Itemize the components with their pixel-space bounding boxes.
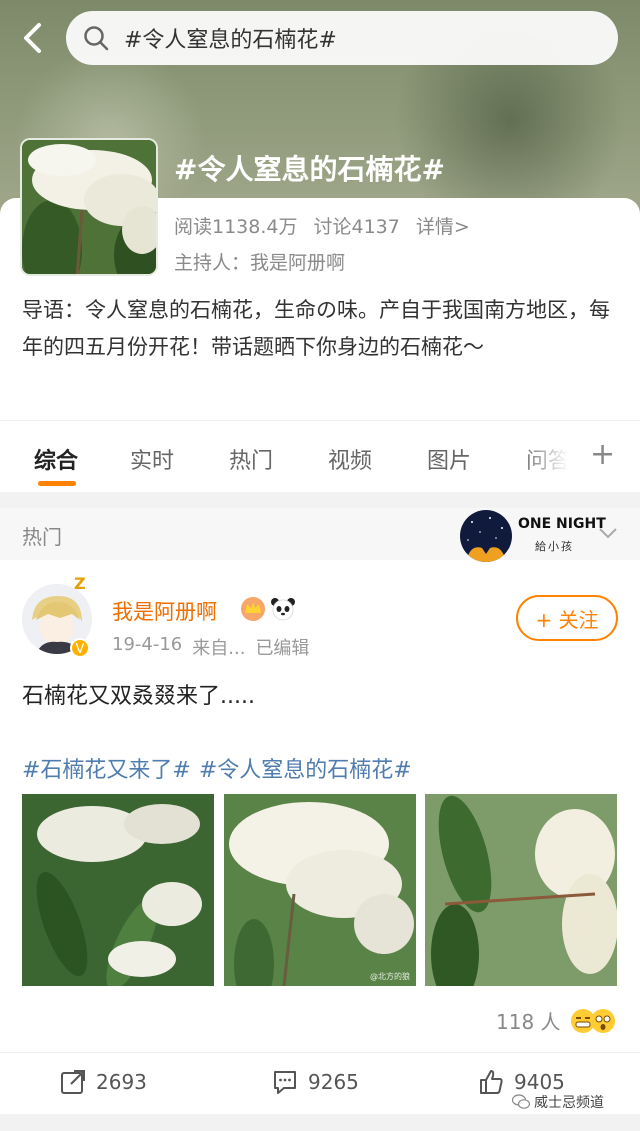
wechat-label: 威士忌频道	[534, 1095, 604, 1111]
edited-label[interactable]: 已编辑	[255, 634, 309, 660]
feed-tabs: 综合 实时 热门 视频 图片 问答 +	[0, 420, 640, 493]
hot-section-header: 热门 ONE NIGHT 給小孩	[0, 508, 640, 562]
post-username[interactable]: 我是阿册啊	[112, 596, 217, 626]
tab-images[interactable]: 图片	[427, 443, 471, 475]
thumbs-up-icon	[480, 1070, 503, 1094]
surprised-emoji-icon	[590, 1008, 615, 1033]
tab-video[interactable]: 视频	[328, 443, 372, 475]
tab-fade	[520, 421, 580, 493]
search-icon	[84, 26, 109, 51]
topic-stats: 阅读1138.4万 讨论4137 详情>	[174, 212, 470, 239]
topic-host[interactable]: 主持人：我是阿册啊	[174, 248, 345, 275]
back-arrow-icon	[24, 23, 41, 53]
post-image[interactable]	[22, 794, 214, 986]
comment-icon	[274, 1071, 296, 1094]
image-watermark: @北方的狼	[370, 972, 410, 981]
comment-count: 9265	[308, 1070, 359, 1094]
post-image[interactable]: @北方的狼	[224, 794, 416, 986]
crown-badge-icon[interactable]	[240, 596, 266, 622]
topic-tag[interactable]: #令人窒息的石楠花#	[199, 752, 412, 784]
ad-title: ONE NIGHT	[518, 516, 606, 532]
discussion-count: 讨论4137	[313, 216, 400, 238]
post-date: 19-4-16	[112, 634, 183, 655]
sleep-icon: Z	[74, 574, 86, 593]
wechat-channel-tag: 威士忌频道	[512, 1092, 604, 1112]
details-link[interactable]: 详情>	[416, 212, 470, 239]
verified-badge-icon: V	[70, 638, 90, 658]
chevron-down-icon[interactable]	[598, 526, 618, 540]
section-label: 热门	[22, 525, 62, 549]
post-source[interactable]: 来自...	[192, 634, 245, 660]
like-count: 9405	[514, 1070, 565, 1094]
comment-button[interactable]: 9265	[272, 1069, 359, 1095]
search-bar[interactable]: #令人窒息的石楠花#	[66, 11, 618, 65]
divider	[0, 492, 640, 508]
repost-count: 2693	[96, 1070, 147, 1094]
add-tab-button[interactable]: +	[590, 437, 615, 472]
one-night-logo[interactable]	[460, 510, 512, 562]
topic-tag[interactable]: #石楠花又来了#	[22, 752, 191, 784]
panda-badge-icon[interactable]	[270, 596, 296, 622]
reaction-summary[interactable]: 118 人	[496, 1006, 615, 1035]
reaction-count: 118 人	[496, 1010, 561, 1034]
post-text: 石楠花又双叒叕来了.....	[22, 684, 255, 709]
topic-intro: 导语：令人窒息的石楠花，生命の味。产自于我国南方地区，每年的四五月份开花！带话题…	[22, 298, 610, 359]
wechat-icon	[512, 1094, 530, 1109]
tab-realtime[interactable]: 实时	[130, 443, 174, 475]
back-button[interactable]	[16, 20, 52, 56]
topic-title: #令人窒息的石楠花#	[174, 153, 445, 186]
read-count: 阅读1138.4万	[174, 216, 298, 238]
share-icon	[61, 1070, 85, 1094]
post-meta: 19-4-16 来自... 已编辑	[112, 634, 309, 660]
tab-comprehensive[interactable]: 综合	[34, 443, 78, 475]
tab-hot[interactable]: 热门	[229, 443, 273, 475]
repost-button[interactable]: 2693	[60, 1069, 147, 1095]
topic-cover-image	[20, 138, 158, 276]
post-tags: #石楠花又来了# #令人窒息的石楠花#	[22, 752, 412, 784]
ad-subtitle: 給小孩	[535, 540, 574, 553]
bottom-divider	[0, 1114, 640, 1131]
post-image[interactable]	[425, 794, 617, 986]
search-query: #令人窒息的石楠花#	[124, 28, 337, 53]
follow-button[interactable]: + 关注	[516, 595, 618, 641]
active-tab-indicator	[38, 481, 76, 486]
